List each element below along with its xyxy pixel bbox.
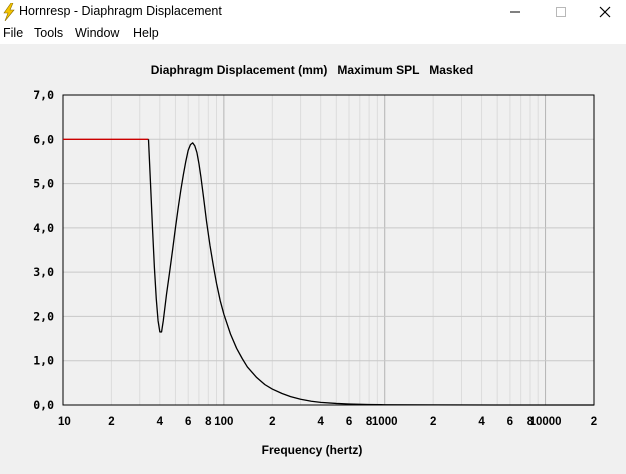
y-tick-label: 1,0 — [33, 354, 54, 368]
chart-area: Diaphragm Displacement (mm) Maximum SPL … — [0, 44, 626, 469]
x-tick-label: 2 — [591, 416, 597, 428]
x-tick-label: 4 — [478, 416, 485, 428]
x-tick-label: 4 — [318, 416, 325, 428]
y-tick-label: 6,0 — [33, 132, 54, 146]
y-tick-label: 7,0 — [33, 88, 54, 102]
x-tick-label: 10 — [58, 416, 71, 428]
chart-grid — [63, 95, 594, 405]
menu-bar: File Tools Window Help — [0, 24, 626, 44]
y-tick-label: 2,0 — [33, 309, 54, 323]
y-tick-label: 4,0 — [33, 221, 54, 235]
x-tick-label: 2 — [269, 416, 275, 428]
minimize-button[interactable] — [492, 0, 538, 24]
y-axis-ticks: 0,0 1,0 2,0 3,0 4,0 5,0 6,0 7,0 — [33, 88, 54, 412]
x-tick-label: 2 — [108, 416, 114, 428]
x-tick-label: 100 — [214, 416, 233, 428]
y-tick-label: 0,0 — [33, 398, 54, 412]
close-icon — [599, 6, 611, 18]
close-button[interactable] — [582, 0, 626, 24]
x-axis-ticks: 10 2 4 6 8 100 2 4 6 8 1000 2 4 6 810000 2 — [58, 416, 597, 428]
lightning-bolt-icon — [3, 3, 15, 21]
x-tick-label: 1000 — [372, 416, 398, 428]
x-tick-label: 8 — [205, 416, 212, 428]
plot-frame — [62, 94, 595, 406]
y-tick-label: 5,0 — [33, 177, 54, 191]
menu-help[interactable]: Help — [133, 26, 159, 40]
maximize-icon — [556, 7, 566, 17]
x-tick-label: 6 — [346, 416, 352, 428]
window-title: Hornresp - Diaphragm Displacement — [19, 4, 222, 18]
y-tick-label: 3,0 — [33, 265, 54, 279]
menu-tools[interactable]: Tools — [34, 26, 63, 40]
title-bar: Hornresp - Diaphragm Displacement — [0, 0, 626, 24]
displacement-chart: Diaphragm Displacement (mm) Maximum SPL … — [33, 63, 597, 457]
menu-window[interactable]: Window — [75, 26, 119, 40]
x-tick-label: 6 — [185, 416, 191, 428]
menu-file[interactable]: File — [3, 26, 23, 40]
x-tick-label: 2 — [430, 416, 436, 428]
x-tick-label: 4 — [157, 416, 164, 428]
x-tick-label: 6 — [507, 416, 513, 428]
minimize-icon — [510, 11, 520, 13]
chart-title: Diaphragm Displacement (mm) Maximum SPL … — [151, 63, 474, 77]
maximize-button[interactable] — [538, 0, 584, 24]
x-tick-label: 10000 — [530, 416, 562, 428]
x-axis-label: Frequency (hertz) — [262, 443, 363, 457]
